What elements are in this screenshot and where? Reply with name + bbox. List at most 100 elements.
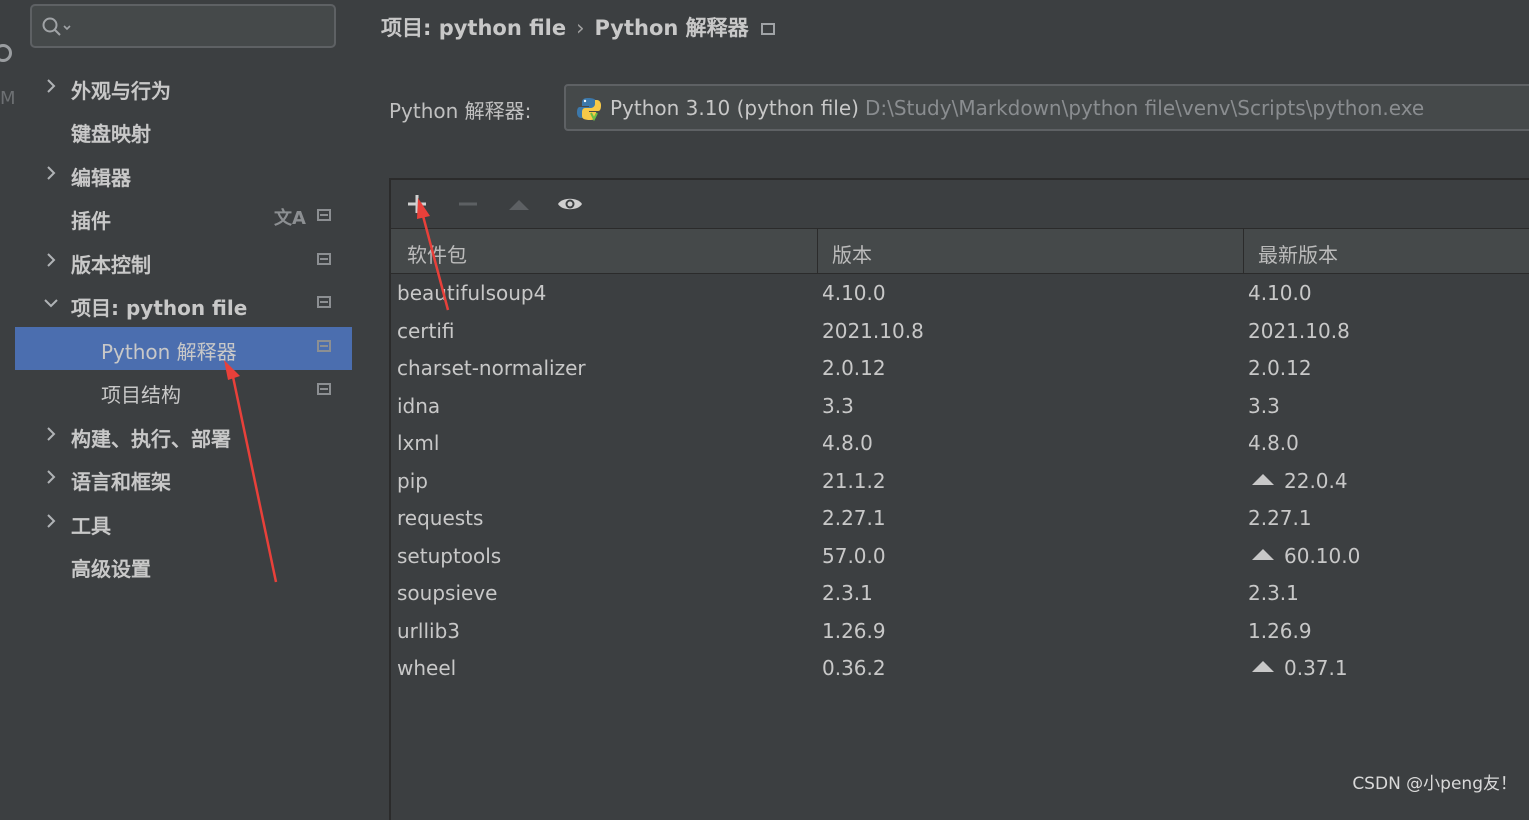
sidebar-item-label: 项目: python file xyxy=(71,296,248,320)
latest-version-value: 1.26.9 xyxy=(1248,618,1312,643)
upgrade-available-icon xyxy=(1252,473,1274,485)
chevron-right-icon[interactable] xyxy=(41,467,61,487)
sidebar-item-appearance[interactable]: 外观与行为 xyxy=(15,66,352,109)
column-header-version[interactable]: 版本 xyxy=(832,239,872,268)
latest-version-value: 60.10.0 xyxy=(1284,543,1361,568)
table-row[interactable]: requests 2.27.1 2.27.1 xyxy=(391,500,1529,538)
package-latest-version: 4.10.0 xyxy=(1248,281,1312,305)
project-scope-icon xyxy=(760,23,775,35)
package-name: urllib3 xyxy=(397,618,460,643)
chevron-down-icon[interactable] xyxy=(41,293,61,313)
sidebar-item-tools[interactable]: 工具 xyxy=(15,501,352,544)
table-row[interactable]: idna 3.3 3.3 xyxy=(391,388,1529,426)
sidebar-item-advanced[interactable]: 高级设置 xyxy=(15,544,352,587)
upgrade-icon[interactable] xyxy=(505,190,533,218)
sidebar-item-vcs[interactable]: 版本控制 xyxy=(15,240,352,283)
package-name: setuptools xyxy=(397,543,502,568)
table-row[interactable]: lxml 4.8.0 4.8.0 xyxy=(391,425,1529,463)
package-name: charset-normalizer xyxy=(397,356,586,380)
package-latest-version: 0.37.1 xyxy=(1248,656,1348,680)
sidebar-item-label: 构建、执行、部署 xyxy=(71,427,231,451)
interpreter-dropdown[interactable]: Python 3.10 (python file) D:\Study\Markdo… xyxy=(564,84,1529,131)
packages-toolbar xyxy=(391,180,1529,228)
eye-icon[interactable] xyxy=(556,190,584,218)
package-latest-version: 3.3 xyxy=(1248,394,1280,418)
package-latest-version: 4.8.0 xyxy=(1248,431,1299,455)
interpreter-label: Python 解释器: xyxy=(389,99,532,123)
package-latest-version: 2.0.12 xyxy=(1248,356,1312,380)
latest-version-value: 2021.10.8 xyxy=(1248,318,1350,343)
latest-version-value: 2.3.1 xyxy=(1248,581,1299,605)
sidebar-item-label: 编辑器 xyxy=(71,166,131,190)
table-row[interactable]: setuptools 57.0.0 60.10.0 xyxy=(391,538,1529,576)
table-row[interactable]: charset-normalizer 2.0.12 2.0.12 xyxy=(391,350,1529,388)
package-latest-version: 2.27.1 xyxy=(1248,506,1312,530)
sidebar-item-project[interactable]: 项目: python file xyxy=(15,283,352,326)
search-icon xyxy=(42,17,71,36)
package-name: lxml xyxy=(397,431,440,455)
sidebar-item-plugins[interactable]: 插件 文A xyxy=(15,196,352,239)
remove-icon[interactable] xyxy=(454,190,482,218)
package-version: 2021.10.8 xyxy=(822,318,924,343)
breadcrumb-project[interactable]: 项目: python file xyxy=(381,16,566,40)
sidebar-item-editor[interactable]: 编辑器 xyxy=(15,153,352,196)
table-row[interactable]: pip 21.1.2 22.0.4 xyxy=(391,463,1529,501)
latest-version-value: 2.0.12 xyxy=(1248,356,1312,380)
column-header-latest[interactable]: 最新版本 xyxy=(1258,239,1338,268)
package-latest-version: 60.10.0 xyxy=(1248,544,1360,568)
table-row[interactable]: soupsieve 2.3.1 2.3.1 xyxy=(391,575,1529,613)
sidebar-item-label: 高级设置 xyxy=(71,557,151,581)
python-icon xyxy=(577,98,601,122)
sidebar-item-build[interactable]: 构建、执行、部署 xyxy=(15,414,352,457)
package-version: 3.3 xyxy=(822,393,854,418)
package-name: idna xyxy=(397,393,441,418)
package-version: 2.3.1 xyxy=(822,581,873,605)
latest-version-value: 2.27.1 xyxy=(1248,506,1312,530)
package-name: beautifulsoup4 xyxy=(397,281,547,305)
latest-version-value: 0.37.1 xyxy=(1284,656,1348,680)
chevron-right-icon[interactable] xyxy=(41,424,61,444)
project-scope-icon xyxy=(317,383,331,395)
settings-gear-icon[interactable] xyxy=(0,44,12,62)
chevron-right-icon[interactable] xyxy=(41,76,61,96)
search-input[interactable] xyxy=(30,4,336,48)
breadcrumb: 项目: python file › Python 解释器 xyxy=(381,12,775,42)
left-edge-strip: M xyxy=(0,0,16,802)
package-name: soupsieve xyxy=(397,581,498,605)
package-latest-version: 1.26.9 xyxy=(1248,619,1312,643)
settings-sidebar: 外观与行为 键盘映射 编辑器 插件 文A 版本控制 项目: python fil… xyxy=(15,0,352,802)
sidebar-item-project-structure[interactable]: 项目结构 xyxy=(15,370,352,413)
package-name: pip xyxy=(397,468,428,493)
table-row[interactable]: wheel 0.36.2 0.37.1 xyxy=(391,650,1529,688)
package-version: 1.26.9 xyxy=(822,618,886,643)
latest-version-value: 3.3 xyxy=(1248,393,1280,418)
sidebar-item-label: Python 解释器 xyxy=(101,340,237,364)
table-row[interactable]: beautifulsoup4 4.10.0 4.10.0 xyxy=(391,275,1529,313)
sidebar-item-keymap[interactable]: 键盘映射 xyxy=(15,109,352,152)
sidebar-item-label: 版本控制 xyxy=(71,253,151,277)
breadcrumb-separator: › xyxy=(576,16,585,40)
package-version: 2.27.1 xyxy=(822,506,886,530)
column-divider[interactable] xyxy=(1243,229,1244,273)
upgrade-available-icon xyxy=(1252,661,1274,672)
package-name: certifi xyxy=(397,318,455,343)
chevron-right-icon[interactable] xyxy=(41,250,61,270)
table-row[interactable]: urllib3 1.26.9 1.26.9 xyxy=(391,613,1529,651)
column-divider[interactable] xyxy=(817,229,818,273)
project-scope-icon xyxy=(317,253,331,265)
settings-main-panel: 项目: python file › Python 解释器 Python 解释器: P… xyxy=(352,0,1529,820)
chevron-right-icon[interactable] xyxy=(41,511,61,531)
sidebar-item-python-interpreter[interactable]: Python 解释器 xyxy=(15,327,352,370)
chevron-right-icon[interactable] xyxy=(41,163,61,183)
interpreter-value: Python 3.10 (python file) D:\Study\Markdo… xyxy=(610,96,1424,120)
package-version: 4.8.0 xyxy=(822,431,873,455)
sidebar-item-languages[interactable]: 语言和框架 xyxy=(15,457,352,500)
sidebar-item-label: 外观与行为 xyxy=(71,79,171,103)
package-version: 21.1.2 xyxy=(822,468,886,493)
translate-icon: 文A xyxy=(274,208,306,229)
package-latest-version: 2021.10.8 xyxy=(1248,319,1350,343)
column-header-package[interactable]: 软件包 xyxy=(407,239,467,268)
add-icon[interactable] xyxy=(403,190,431,218)
latest-version-value: 4.8.0 xyxy=(1248,431,1299,455)
table-row[interactable]: certifi 2021.10.8 2021.10.8 xyxy=(391,313,1529,351)
